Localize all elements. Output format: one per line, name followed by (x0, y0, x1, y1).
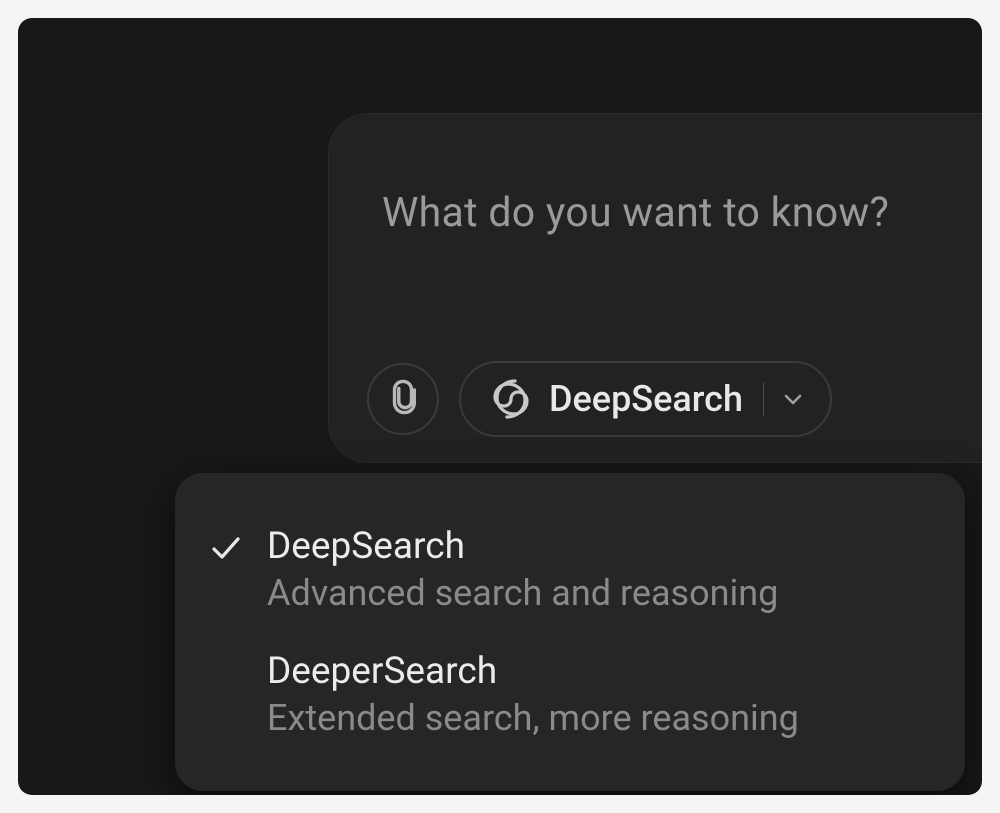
dropdown-item-text: DeeperSearch Extended search, more reaso… (267, 650, 925, 739)
dropdown-item-deepersearch[interactable]: DeeperSearch Extended search, more reaso… (175, 632, 965, 757)
attach-button[interactable] (367, 363, 439, 435)
search-mode-button[interactable]: DeepSearch (459, 361, 832, 437)
dropdown-item-description: Extended search, more reasoning (267, 697, 925, 739)
composer-box: What do you want to know? De (328, 113, 982, 463)
dropdown-item-title: DeepSearch (267, 525, 925, 568)
search-mode-dropdown: DeepSearch Advanced search and reasoning… (175, 473, 965, 791)
dropdown-item-description: Advanced search and reasoning (267, 572, 925, 614)
dropdown-item-deepsearch[interactable]: DeepSearch Advanced search and reasoning (175, 507, 965, 632)
dropdown-item-title: DeeperSearch (267, 650, 925, 693)
prompt-placeholder[interactable]: What do you want to know? (382, 189, 889, 237)
dropdown-item-text: DeepSearch Advanced search and reasoning (267, 525, 925, 614)
check-column (211, 525, 267, 565)
check-icon (211, 535, 241, 565)
spiral-icon (491, 379, 531, 419)
check-column (211, 650, 267, 660)
search-mode-label: DeepSearch (549, 378, 743, 420)
paperclip-icon (386, 377, 420, 421)
app-frame: What do you want to know? De (18, 18, 982, 795)
chevron-down-icon (782, 388, 804, 410)
pill-divider (763, 382, 764, 416)
composer-toolbar: DeepSearch (367, 361, 832, 437)
